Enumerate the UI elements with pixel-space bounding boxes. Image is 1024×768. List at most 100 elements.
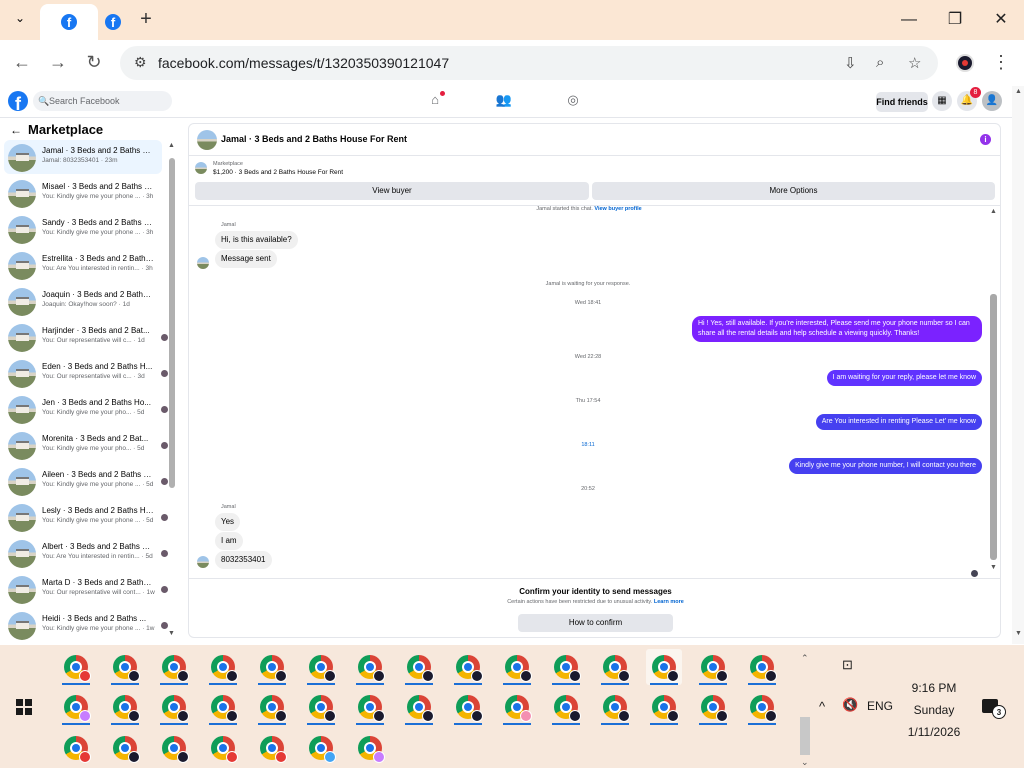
message-avatar[interactable] xyxy=(197,556,209,568)
sidebar-scrollbar[interactable]: ▲ ▼ xyxy=(167,138,177,644)
taskbar-chrome-icon[interactable] xyxy=(450,649,486,685)
scroll-up-arrow[interactable]: ▲ xyxy=(1015,88,1022,95)
taskbar-chrome-icon[interactable] xyxy=(401,689,437,725)
conversation-item[interactable]: Aileen · 3 Beds and 2 Baths H... You: Kin… xyxy=(4,464,168,498)
new-tab-button[interactable]: + xyxy=(135,8,157,32)
view-buyer-profile-link[interactable]: View buyer profile xyxy=(594,206,641,212)
taskbar-chrome-icon[interactable] xyxy=(303,730,339,766)
windows-start-icon[interactable] xyxy=(16,699,32,715)
taskbar-chrome-icon[interactable] xyxy=(205,649,241,685)
taskbar-chrome-icon[interactable] xyxy=(58,649,94,685)
bookmark-star-icon[interactable]: ☆ xyxy=(908,54,921,72)
taskbar-chrome-icon[interactable] xyxy=(107,689,143,725)
volume-muted-icon[interactable]: 🔇 xyxy=(842,697,858,713)
conversation-item[interactable]: Marta D · 3 Beds and 2 Baths ... You: Our… xyxy=(4,572,168,606)
taskbar-chrome-icon[interactable] xyxy=(450,689,486,725)
taskbar-chrome-icon[interactable] xyxy=(744,649,780,685)
taskbar-chrome-icon[interactable] xyxy=(156,730,192,766)
taskbar-chrome-icon[interactable] xyxy=(646,689,682,725)
taskbar-chrome-icon[interactable] xyxy=(695,689,731,725)
find-friends-button[interactable]: Find friends xyxy=(876,92,928,112)
conversation-item[interactable]: Harjinder · 3 Beds and 2 Bat... You: Our … xyxy=(4,320,168,354)
taskbar-chrome-icon[interactable] xyxy=(597,649,633,685)
profile-avatar-icon[interactable] xyxy=(956,54,974,72)
restore-button[interactable]: ❐ xyxy=(940,6,970,34)
scroll-down-arrow[interactable]: ▼ xyxy=(990,564,997,571)
conversation-item[interactable]: Jen · 3 Beds and 2 Baths Ho... You: Kindl… xyxy=(4,392,168,426)
conversation-item[interactable]: Jamal · 3 Beds and 2 Baths Ho... Jamal: 8… xyxy=(4,140,162,174)
zoom-icon[interactable]: ⌕ xyxy=(876,54,884,71)
taskbar-chrome-icon[interactable] xyxy=(58,730,94,766)
language-indicator[interactable]: ENG xyxy=(867,699,893,713)
conversation-item[interactable]: Sandy · 3 Beds and 2 Baths H... You: Kind… xyxy=(4,212,162,246)
conversation-item[interactable]: Lesly · 3 Beds and 2 Baths Ho... You: Kin… xyxy=(4,500,168,534)
tab-search-dropdown-icon[interactable]: ⌄ xyxy=(10,11,30,29)
scroll-up-arrow[interactable]: ⌃ xyxy=(801,653,809,664)
browser-menu-icon[interactable]: ⋮ xyxy=(992,52,1010,73)
facebook-search-input[interactable]: 🔍 Search Facebook xyxy=(33,91,172,111)
action-center-icon[interactable]: 3 xyxy=(982,699,1006,719)
notifications-bell-icon[interactable]: 🔔 8 xyxy=(957,87,981,111)
home-icon[interactable]: ⌂ xyxy=(426,91,445,110)
chat-title[interactable]: Jamal · 3 Beds and 2 Baths House For Ren… xyxy=(221,134,407,144)
show-hidden-icons-icon[interactable]: ^ xyxy=(819,699,825,714)
conversation-item[interactable]: Albert · 3 Beds and 2 Baths H... You: Are… xyxy=(4,536,168,570)
minimize-button[interactable]: — xyxy=(894,6,924,34)
chat-avatar[interactable] xyxy=(197,130,217,150)
tab-facebook[interactable]: f xyxy=(84,4,142,40)
back-button[interactable]: ← xyxy=(12,52,32,72)
taskbar-chrome-icon[interactable] xyxy=(499,689,535,725)
taskbar-chrome-icon[interactable] xyxy=(254,689,290,725)
conversation-item[interactable]: Misael · 3 Beds and 2 Baths H... You: Kin… xyxy=(4,176,162,210)
taskbar-chrome-icon[interactable] xyxy=(744,689,780,725)
taskbar-chrome-icon[interactable] xyxy=(156,689,192,725)
conversation-item[interactable]: Heidi · 3 Beds and 2 Baths ... You: Kindl… xyxy=(4,608,168,642)
scroll-up-arrow[interactable]: ▲ xyxy=(990,208,997,215)
reload-button[interactable]: ↻ xyxy=(84,52,104,72)
facebook-logo-icon[interactable]: f xyxy=(8,91,28,111)
taskbar-chrome-icon[interactable] xyxy=(548,689,584,725)
sidebar-title[interactable]: ← Marketplace xyxy=(10,122,103,137)
view-buyer-button[interactable]: View buyer xyxy=(195,182,589,200)
taskbar-chrome-icon[interactable] xyxy=(205,689,241,725)
taskbar-chrome-icon[interactable] xyxy=(597,689,633,725)
conversation-item[interactable]: Estrellita · 3 Beds and 2 Baths ... You: … xyxy=(4,248,162,282)
site-info-icon[interactable]: ⚙ xyxy=(134,54,147,71)
scroll-down-arrow[interactable]: ▼ xyxy=(1015,630,1022,637)
taskbar-chrome-icon[interactable] xyxy=(695,649,731,685)
taskbar-chrome-icon[interactable] xyxy=(254,730,290,766)
taskbar-chrome-icon[interactable] xyxy=(107,730,143,766)
groups-icon[interactable]: ◎ xyxy=(564,92,582,110)
scroll-down-arrow[interactable]: ▼ xyxy=(168,630,175,637)
taskbar-chrome-icon[interactable] xyxy=(646,649,682,685)
chat-scrollbar[interactable]: ▲ ▼ xyxy=(988,206,1000,578)
tablet-mode-icon[interactable]: ⊡ xyxy=(842,657,853,673)
install-app-icon[interactable]: ⇩ xyxy=(844,54,857,72)
taskbar-chrome-icon[interactable] xyxy=(58,689,94,725)
taskbar-chrome-icon[interactable] xyxy=(205,730,241,766)
conversation-item[interactable]: Morenita · 3 Beds and 2 Bat... You: Kindl… xyxy=(4,428,168,462)
taskbar-chrome-icon[interactable] xyxy=(352,649,388,685)
taskbar-chrome-icon[interactable] xyxy=(352,689,388,725)
taskbar-chrome-icon[interactable] xyxy=(254,649,290,685)
scroll-down-arrow[interactable]: ⌄ xyxy=(801,757,809,768)
taskbar-chrome-icon[interactable] xyxy=(303,649,339,685)
taskbar-scroll-thumb[interactable] xyxy=(800,717,810,755)
taskbar-scrollbar[interactable]: ⌃ ⌄ xyxy=(798,649,812,767)
friends-icon[interactable]: 👥 xyxy=(495,92,513,110)
info-icon[interactable]: i xyxy=(980,134,991,145)
url-text[interactable]: facebook.com/messages/t/1320350390121047 xyxy=(158,55,449,71)
taskbar-chrome-icon[interactable] xyxy=(499,649,535,685)
close-window-button[interactable]: ✕ xyxy=(986,6,1016,34)
taskbar-chrome-icon[interactable] xyxy=(156,649,192,685)
clock[interactable]: 9:16 PM Sunday 1/11/2026 xyxy=(894,677,974,743)
taskbar-chrome-icon[interactable] xyxy=(107,649,143,685)
page-scrollbar[interactable]: ▲ ▼ xyxy=(1012,86,1024,644)
listing-price[interactable]: $1,200 · 3 Beds and 2 Baths House For Re… xyxy=(213,169,343,176)
taskbar-chrome-icon[interactable] xyxy=(548,649,584,685)
more-options-button[interactable]: More Options xyxy=(592,182,995,200)
learn-more-link[interactable]: Learn more xyxy=(654,599,684,605)
conversation-item[interactable]: Joaquin · 3 Beds and 2 Baths ... Joaquin:… xyxy=(4,284,162,318)
menu-grid-icon[interactable]: ▦ xyxy=(932,91,952,111)
conversation-item[interactable]: Eden · 3 Beds and 2 Baths H... You: Our r… xyxy=(4,356,168,390)
